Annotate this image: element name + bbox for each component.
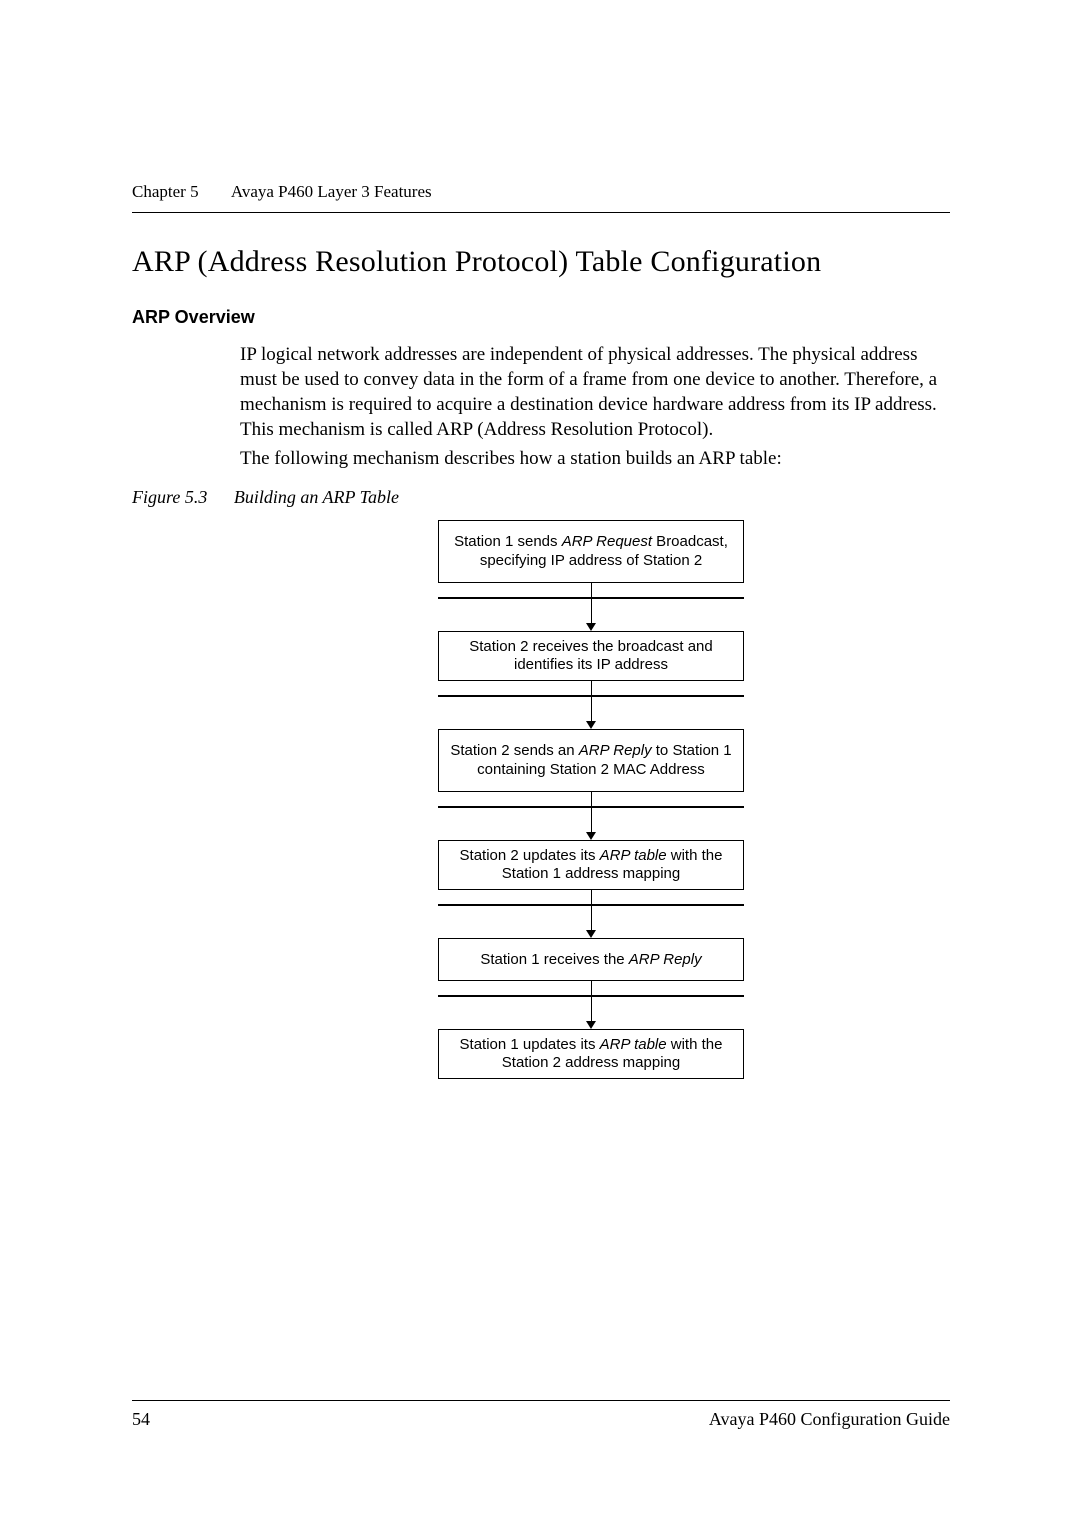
flow-connector [438, 792, 744, 840]
flow-step-emph: ARP Reply [629, 951, 702, 968]
body-text: IP logical network addresses are indepen… [240, 342, 950, 471]
chapter-title: Avaya P460 Layer 3 Features [231, 182, 432, 201]
flow-step: Station 2 updates its ARP table with the… [438, 840, 744, 890]
figure-number: Figure 5.3 [132, 487, 207, 507]
flow-step-text: Station 1 receives the [480, 951, 628, 968]
flow-connector [438, 681, 744, 729]
page-number: 54 [132, 1409, 150, 1430]
flow-step-text: Station 2 sends an [450, 742, 578, 759]
running-header: Chapter 5 Avaya P460 Layer 3 Features [132, 182, 950, 213]
flow-step-text: Station 1 sends [454, 533, 562, 550]
flow-step-emph: ARP Reply [579, 742, 652, 759]
arrow-down-icon [586, 930, 596, 938]
figure-title: Building an ARP Table [234, 487, 399, 507]
arrow-down-icon [586, 1021, 596, 1029]
flow-connector [438, 890, 744, 938]
subsection-title: ARP Overview [132, 307, 950, 328]
flow-connector [438, 583, 744, 631]
flow-step: Station 1 updates its ARP table with the… [438, 1029, 744, 1079]
chapter-number: Chapter 5 [132, 182, 199, 201]
arrow-down-icon [586, 623, 596, 631]
flowchart: Station 1 sends ARP Request Broadcast, s… [232, 520, 950, 1079]
flow-connector [438, 981, 744, 1029]
flow-step-text: Station 2 receives the broadcast and ide… [469, 638, 713, 674]
flow-step-emph: ARP table [600, 1036, 667, 1053]
paragraph: The following mechanism describes how a … [240, 446, 950, 471]
figure-caption: Figure 5.3 Building an ARP Table [132, 487, 950, 508]
doc-title: Avaya P460 Configuration Guide [709, 1409, 950, 1430]
page: Chapter 5 Avaya P460 Layer 3 Features AR… [0, 0, 1080, 1528]
paragraph: IP logical network addresses are indepen… [240, 342, 950, 442]
page-footer: 54 Avaya P460 Configuration Guide [132, 1400, 950, 1430]
flow-step: Station 2 sends an ARP Reply to Station … [438, 729, 744, 792]
arrow-down-icon [586, 721, 596, 729]
flow-step-emph: ARP Request [562, 533, 652, 550]
section-title: ARP (Address Resolution Protocol) Table … [132, 245, 950, 279]
flow-step-emph: ARP table [600, 847, 667, 864]
flow-step-text: Station 2 updates its [460, 847, 600, 864]
flow-step: Station 1 receives the ARP Reply [438, 938, 744, 981]
flow-step-text: Station 1 updates its [460, 1036, 600, 1053]
flow-step: Station 2 receives the broadcast and ide… [438, 631, 744, 681]
flow-step: Station 1 sends ARP Request Broadcast, s… [438, 520, 744, 583]
arrow-down-icon [586, 832, 596, 840]
